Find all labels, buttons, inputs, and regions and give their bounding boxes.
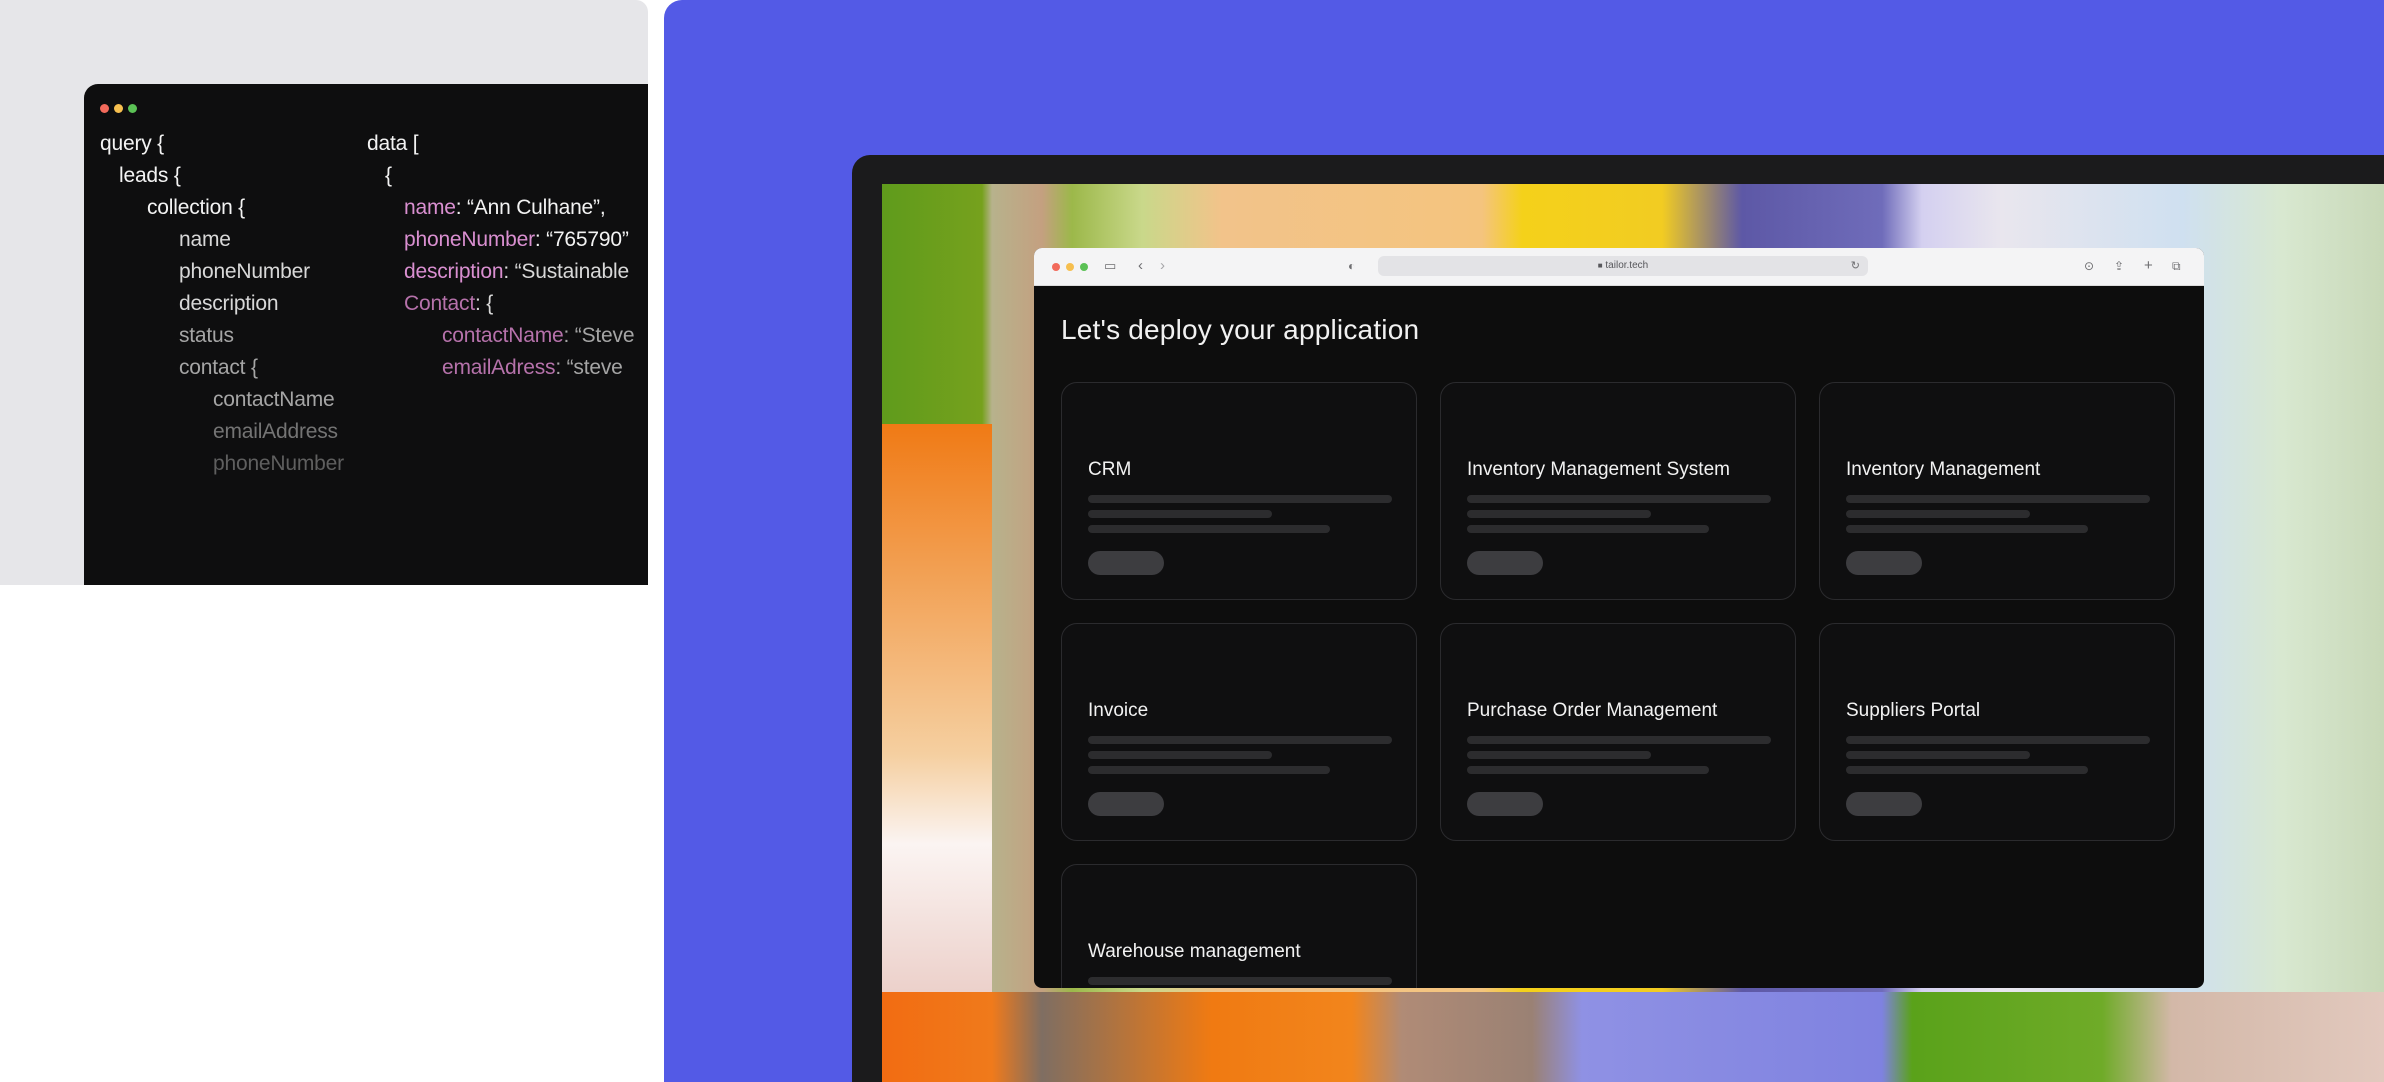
skeleton-line xyxy=(1846,525,2088,533)
data-open-brace: { xyxy=(385,164,392,187)
data-line: name: “Ann Culhane”, xyxy=(404,194,606,222)
data-key: description xyxy=(404,260,504,283)
card-title: Suppliers Portal xyxy=(1846,700,1981,721)
forward-icon[interactable]: › xyxy=(1160,256,1165,276)
skeleton-line xyxy=(1467,495,1771,503)
skeleton-line xyxy=(1467,525,1709,533)
data-line: emailAdress: “steve xyxy=(442,354,623,382)
card-title: CRM xyxy=(1088,459,1132,480)
maximize-dot xyxy=(128,104,137,113)
app-card-inventory-management-system[interactable]: Inventory Management System xyxy=(1440,382,1796,600)
data-line: description: “Sustainable xyxy=(404,258,629,286)
app-card-suppliers-portal[interactable]: Suppliers Portal xyxy=(1819,623,2175,841)
wallpaper-bottom xyxy=(882,992,2384,1082)
card-title: Inventory Management xyxy=(1846,459,2041,480)
data-value: : “Ann Culhane”, xyxy=(455,196,606,219)
skeleton-line xyxy=(1846,751,2030,759)
code-window: query { leads { collection { name phoneN… xyxy=(84,84,648,585)
card-action-button[interactable] xyxy=(1846,792,1922,816)
data-key: Contact xyxy=(404,292,475,315)
card-action-button[interactable] xyxy=(1088,551,1164,575)
skeleton-line xyxy=(1088,751,1272,759)
data-key: contactName xyxy=(442,324,564,347)
data-line: contactName: “Steve xyxy=(442,322,634,350)
skeleton-line xyxy=(1846,766,2088,774)
card-action-button[interactable] xyxy=(1088,792,1164,816)
address-bar[interactable]: ■ tailor.tech ↻ xyxy=(1378,256,1868,276)
close-dot xyxy=(100,104,109,113)
query-line: query { xyxy=(100,132,164,155)
new-tab-icon[interactable]: + xyxy=(2144,256,2153,276)
query-line: status xyxy=(179,324,234,347)
skeleton-line xyxy=(1467,510,1651,518)
lock-icon: ■ xyxy=(1597,261,1603,270)
data-line: phoneNumber: “765790” xyxy=(404,226,629,254)
skeleton-line xyxy=(1088,495,1392,503)
skeleton-line xyxy=(1467,751,1651,759)
query-line: phoneNumber xyxy=(213,452,344,475)
minimize-button[interactable] xyxy=(1066,263,1074,271)
card-action-button[interactable] xyxy=(1846,551,1922,575)
back-icon[interactable]: ‹ xyxy=(1138,256,1143,276)
skeleton-line xyxy=(1088,977,1392,985)
tabs-overview-icon[interactable]: ⧉ xyxy=(2172,256,2181,276)
data-key: phoneNumber xyxy=(404,228,535,251)
url-text: tailor.tech xyxy=(1605,260,1649,271)
app-card-purchase-order-management[interactable]: Purchase Order Management xyxy=(1440,623,1796,841)
browser-toolbar: ▭ ‹ › ◐ ■ tailor.tech ↻ ⊙ ⇪ + ⧉ xyxy=(1034,248,2204,286)
skeleton-line xyxy=(1088,766,1330,774)
data-value: : { xyxy=(474,292,494,315)
query-line: contact { xyxy=(179,356,258,379)
data-value: : “Steve xyxy=(563,324,635,347)
query-line: description xyxy=(179,292,279,315)
skeleton-line xyxy=(1846,510,2030,518)
skeleton-line xyxy=(1088,736,1392,744)
data-key: emailAdress xyxy=(442,356,556,379)
card-title: Warehouse management xyxy=(1088,941,1301,962)
data-key: name xyxy=(404,196,456,219)
close-button[interactable] xyxy=(1052,263,1060,271)
query-line: emailAddress xyxy=(213,420,338,443)
skeleton-line xyxy=(1846,495,2150,503)
query-line: collection { xyxy=(147,196,245,219)
query-line: name xyxy=(179,228,231,251)
query-line: phoneNumber xyxy=(179,260,310,283)
app-card-crm[interactable]: CRM xyxy=(1061,382,1417,600)
data-value: : “steve xyxy=(555,356,623,379)
skeleton-line xyxy=(1088,510,1272,518)
skeleton-line xyxy=(1467,736,1771,744)
browser-window: ▭ ‹ › ◐ ■ tailor.tech ↻ ⊙ ⇪ + ⧉ Let's de… xyxy=(1034,248,2204,988)
app-card-inventory-management[interactable]: Inventory Management xyxy=(1819,382,2175,600)
data-value: : “765790” xyxy=(534,228,629,251)
card-action-button[interactable] xyxy=(1467,792,1543,816)
data-value: : “Sustainable xyxy=(503,260,629,283)
card-title: Purchase Order Management xyxy=(1467,700,1718,721)
card-title: Inventory Management System xyxy=(1467,459,1730,480)
code-window-controls xyxy=(100,104,137,113)
shield-icon[interactable]: ◐ xyxy=(1348,256,1355,276)
share-icon[interactable]: ⇪ xyxy=(2114,256,2124,276)
page-title: Let's deploy your application xyxy=(1061,314,1420,345)
data-header: data [ xyxy=(367,132,419,155)
query-line: leads { xyxy=(119,164,181,187)
query-line: contactName xyxy=(213,388,335,411)
skeleton-line xyxy=(1088,525,1330,533)
sidebar-toggle-icon[interactable]: ▭ xyxy=(1104,256,1116,276)
data-line: Contact: { xyxy=(404,290,493,318)
app-card-invoice[interactable]: Invoice xyxy=(1061,623,1417,841)
skeleton-line xyxy=(1846,736,2150,744)
app-card-warehouse-management[interactable]: Warehouse management xyxy=(1061,864,1417,988)
reload-icon[interactable]: ↻ xyxy=(1851,256,1860,276)
download-icon[interactable]: ⊙ xyxy=(2084,256,2094,276)
minimize-dot xyxy=(114,104,123,113)
card-action-button[interactable] xyxy=(1467,551,1543,575)
wallpaper-strip xyxy=(882,424,992,1024)
card-title: Invoice xyxy=(1088,700,1149,721)
browser-window-controls xyxy=(1052,263,1088,271)
maximize-button[interactable] xyxy=(1080,263,1088,271)
skeleton-line xyxy=(1467,766,1709,774)
